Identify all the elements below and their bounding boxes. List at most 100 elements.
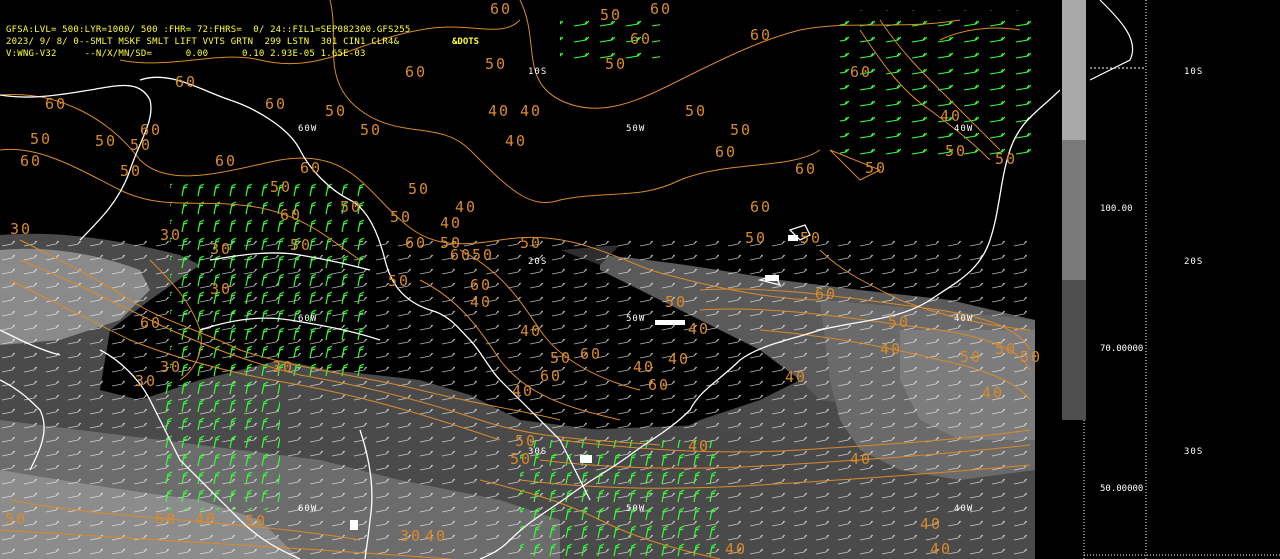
grid-label-lon: 60W bbox=[298, 504, 318, 514]
contour-label: 60 bbox=[175, 73, 198, 91]
contour-label: 60 bbox=[490, 0, 513, 18]
contour-label: 40 bbox=[195, 510, 218, 528]
grid-label-lon: 50W bbox=[626, 504, 646, 514]
contour-label: 60 bbox=[540, 367, 563, 385]
grid-label-lon: 40W bbox=[954, 314, 974, 324]
contour-label: 50 bbox=[665, 293, 688, 311]
contour-label: 40 bbox=[930, 540, 953, 558]
contour-label: 50 bbox=[30, 130, 53, 148]
contour-label: 60 bbox=[715, 143, 738, 161]
contour-label: 60 bbox=[215, 152, 238, 170]
contour-label: 50 bbox=[600, 6, 623, 24]
contour-label: 40 bbox=[425, 527, 448, 545]
contour-label: 60 bbox=[795, 160, 818, 178]
grid-label-lat: 10S bbox=[1184, 67, 1204, 77]
scale-segment bbox=[1062, 0, 1086, 140]
side-canvas bbox=[1083, 0, 1280, 559]
scale-label: 100.00 bbox=[1100, 204, 1133, 214]
scale-label: 50.00000 bbox=[1100, 484, 1144, 494]
contour-label: 40 bbox=[440, 214, 463, 232]
contour-label: 50 bbox=[510, 450, 533, 468]
grid-label-lon: 40W bbox=[954, 124, 974, 134]
header-line-3: V:WNG-V32 --N/X/MN/SD= 0.00 0.10 2.93E-0… bbox=[6, 49, 366, 59]
dots-tag: &DOTS bbox=[452, 37, 480, 47]
grid-label-lat: 10S bbox=[528, 67, 548, 77]
contour-label: 40 bbox=[982, 384, 1005, 402]
scale-segment bbox=[1062, 140, 1086, 280]
contour-label: 60 bbox=[630, 30, 653, 48]
contour-label: 60 bbox=[815, 285, 838, 303]
contour-label: 60 bbox=[750, 26, 773, 44]
contour-label: 50 bbox=[745, 229, 768, 247]
grid-label-lon: 60W bbox=[298, 124, 318, 134]
contour-label: 60 bbox=[405, 234, 428, 252]
header-line-2: 2023/ 9/ 8/ 0--SMLT MSKF SMLT LIFT VVTS … bbox=[6, 37, 400, 47]
contour-label: 50 bbox=[1020, 348, 1043, 366]
contour-label: 40 bbox=[668, 350, 691, 368]
contour-label: 50 bbox=[408, 180, 431, 198]
contour-label: 40 bbox=[470, 293, 493, 311]
contour-label: 50 bbox=[120, 162, 143, 180]
contour-label: 40 bbox=[688, 320, 711, 338]
contour-label: 50 bbox=[520, 234, 543, 252]
contour-label: 60 bbox=[300, 159, 323, 177]
contour-label: 50 bbox=[245, 512, 268, 530]
contour-label: 40 bbox=[725, 540, 748, 558]
contour-label: 50 bbox=[888, 313, 911, 331]
contour-label: 50 bbox=[390, 208, 413, 226]
contour-label: 40 bbox=[520, 322, 543, 340]
contour-label: 30 bbox=[272, 358, 295, 376]
contour-label: 60 bbox=[140, 314, 163, 332]
contour-label: 50 bbox=[960, 348, 983, 366]
contour-label: 50 bbox=[290, 236, 313, 254]
contour-label: 30 bbox=[210, 280, 233, 298]
header-line-1: GFSA:LVL= 500:LYR=1000/ 500 :FHR= 72:FHR… bbox=[6, 25, 411, 35]
contour-label: 30 bbox=[400, 527, 423, 545]
contour-label: 50 bbox=[995, 340, 1018, 358]
grid-label-lon: 50W bbox=[626, 314, 646, 324]
contour-label: 50 bbox=[730, 121, 753, 139]
contour-label: 60 bbox=[265, 95, 288, 113]
contour-label: 40 bbox=[488, 102, 511, 120]
side-panel: 100.00 70.00000 50.00000 10S 20S 30S bbox=[1060, 0, 1280, 559]
contour-label: 50 bbox=[550, 349, 573, 367]
contour-label: 50 bbox=[515, 432, 538, 450]
contour-label: 60 bbox=[45, 95, 68, 113]
grid-label-lon: 60W bbox=[298, 314, 318, 324]
contour-label: 30 bbox=[210, 240, 233, 258]
contour-label: 60 bbox=[750, 198, 773, 216]
contour-label: 40 bbox=[512, 382, 535, 400]
contour-label: 40 bbox=[688, 437, 711, 455]
contour-label: 40 bbox=[850, 450, 873, 468]
contour-label: 50 bbox=[472, 246, 495, 264]
contour-label: 50 bbox=[945, 142, 968, 160]
weather-map[interactable]: GFSA:LVL= 500:LYR=1000/ 500 :FHR= 72:FHR… bbox=[0, 0, 1060, 559]
grid-label-lat: 30S bbox=[1184, 447, 1204, 457]
contour-label: 50 bbox=[685, 102, 708, 120]
contour-label: 50 bbox=[5, 510, 28, 528]
scale-label: 70.00000 bbox=[1100, 344, 1144, 354]
contour-label: 40 bbox=[880, 340, 903, 358]
grid-label-lat: 20S bbox=[528, 257, 548, 267]
contour-label: 60 bbox=[450, 246, 473, 264]
contour-label: 30 bbox=[160, 358, 183, 376]
contour-label: 60 bbox=[470, 276, 493, 294]
contour-label: 40 bbox=[785, 368, 808, 386]
contour-label: 50 bbox=[485, 55, 508, 73]
contour-label: 60 bbox=[580, 345, 603, 363]
contour-label: 40 bbox=[920, 515, 943, 533]
contour-label: 50 bbox=[130, 136, 153, 154]
contour-label: 30 bbox=[10, 220, 33, 238]
contour-label: 60 bbox=[648, 376, 671, 394]
contour-label: 50 bbox=[360, 121, 383, 139]
contour-label: 60 bbox=[650, 0, 673, 18]
map-canvas bbox=[0, 0, 1060, 559]
contour-label: 50 bbox=[388, 272, 411, 290]
contour-label: 50 bbox=[865, 159, 888, 177]
contour-label: 60 bbox=[405, 63, 428, 81]
contour-label: 50 bbox=[605, 55, 628, 73]
contour-label: 50 bbox=[340, 198, 363, 216]
contour-label: 40 bbox=[520, 102, 543, 120]
contour-label: 60 bbox=[850, 63, 873, 81]
contour-label: 30 bbox=[160, 226, 183, 244]
